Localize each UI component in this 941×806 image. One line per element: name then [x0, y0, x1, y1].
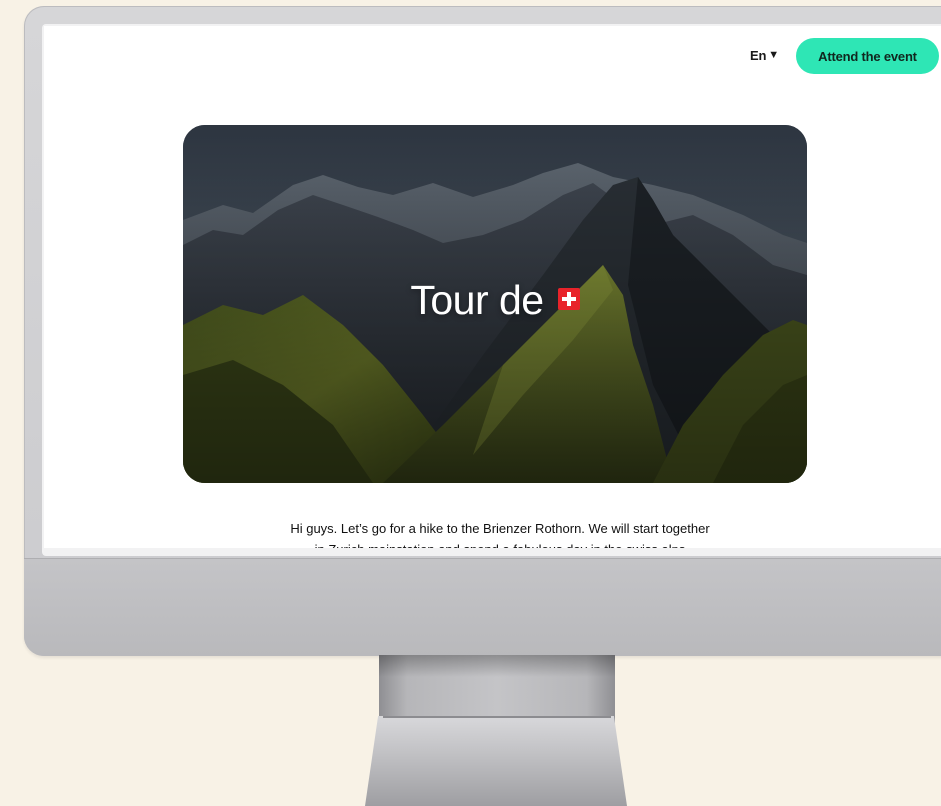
hero-title: Tour de — [183, 277, 807, 324]
swiss-flag-icon — [557, 287, 580, 310]
imac-stand-foot — [365, 716, 627, 806]
hero-banner: Tour de — [183, 125, 807, 483]
event-description: Hi guys. Let’s go for a hike to the Brie… — [240, 518, 760, 548]
hero-title-text: Tour de — [410, 277, 544, 323]
description-line-2: in Zurich mainstation and spend a fabulo… — [240, 539, 760, 548]
caret-down-icon: ▼ — [768, 49, 779, 61]
attend-event-button[interactable]: Attend the event — [796, 38, 939, 74]
stand-shadow — [379, 655, 615, 677]
language-selector[interactable]: En ▼ — [750, 48, 779, 63]
webpage-screen: En ▼ Attend the event Tour de Hi guys. L… — [44, 26, 941, 548]
language-label: En — [750, 48, 767, 63]
description-line-1: Hi guys. Let’s go for a hike to the Brie… — [290, 521, 710, 536]
monitor-chin — [24, 558, 941, 656]
stand-foot-edge — [383, 716, 611, 718]
